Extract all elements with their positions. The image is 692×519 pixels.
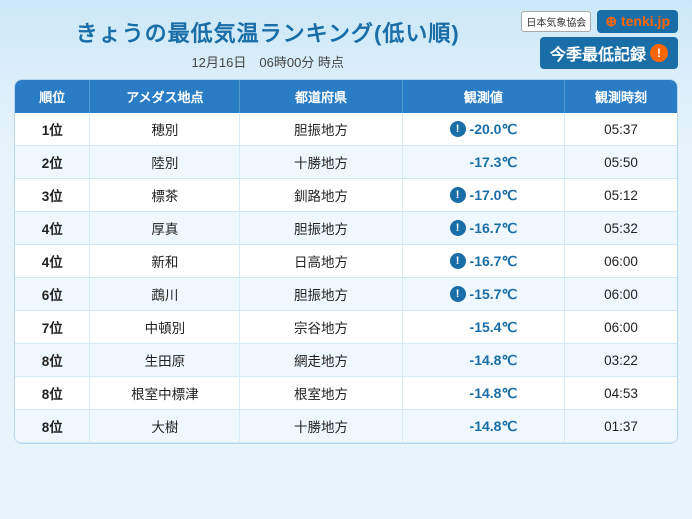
cell-station: 新和 xyxy=(90,245,240,278)
header-row: きょうの最低気温ランキング(低い順) 12月16日 06時00分 時点 日本気象… xyxy=(14,10,678,71)
col-station: アメダス地点 xyxy=(90,80,240,113)
table-row: 3位標茶釧路地方!-17.0℃05:12 xyxy=(15,179,677,212)
col-rank: 順位 xyxy=(15,80,90,113)
season-record-icon: ! xyxy=(450,187,466,203)
cell-time: 05:50 xyxy=(565,146,677,179)
ranking-table-wrapper: 順位 アメダス地点 都道府県 観測値 観測時刻 1位穂別胆振地方!-20.0℃0… xyxy=(14,79,678,444)
table-row: 7位中頓別宗谷地方 -15.4℃ 06:00 xyxy=(15,311,677,344)
main-title: きょうの最低気温ランキング(低い順) xyxy=(14,16,521,48)
cell-pref: 十勝地方 xyxy=(240,146,402,179)
cell-rank: 4位 xyxy=(15,245,90,278)
cell-rank: 8位 xyxy=(15,410,90,443)
cell-obs: -14.8℃ xyxy=(402,410,564,443)
cell-time: 05:32 xyxy=(565,212,677,245)
season-record-icon: ! xyxy=(450,220,466,236)
cell-rank: 2位 xyxy=(15,146,90,179)
cell-time: 04:53 xyxy=(565,377,677,410)
cell-temp: -17.0℃ xyxy=(470,187,518,204)
cell-obs: -14.8℃ xyxy=(402,377,564,410)
col-pref: 都道府県 xyxy=(240,80,402,113)
cell-rank: 4位 xyxy=(15,212,90,245)
cell-time: 06:00 xyxy=(565,311,677,344)
cell-obs: !-17.0℃ xyxy=(402,179,564,212)
tenki-logo: ⊕ tenki.jp xyxy=(597,10,678,33)
table-row: 6位鵡川胆振地方!-15.7℃06:00 xyxy=(15,278,677,311)
title-block: きょうの最低気温ランキング(低い順) 12月16日 06時00分 時点 xyxy=(14,10,521,71)
cell-station: 標茶 xyxy=(90,179,240,212)
table-row: 1位穂別胆振地方!-20.0℃05:37 xyxy=(15,113,677,146)
cell-obs: !-20.0℃ xyxy=(402,113,564,146)
cell-rank: 8位 xyxy=(15,344,90,377)
cell-temp: -17.3℃ xyxy=(470,154,518,171)
cell-time: 01:37 xyxy=(565,410,677,443)
cell-temp: -15.4℃ xyxy=(470,319,518,336)
cell-pref: 十勝地方 xyxy=(240,410,402,443)
cell-time: 03:22 xyxy=(565,344,677,377)
cell-rank: 1位 xyxy=(15,113,90,146)
cell-temp: -16.7℃ xyxy=(470,253,518,270)
cell-pref: 胆振地方 xyxy=(240,212,402,245)
season-record-icon: ! xyxy=(450,121,466,137)
cell-obs: -15.4℃ xyxy=(402,311,564,344)
cell-time: 05:12 xyxy=(565,179,677,212)
cell-station: 穂別 xyxy=(90,113,240,146)
cell-temp: -20.0℃ xyxy=(470,121,518,138)
table-row: 8位根室中標津根室地方 -14.8℃ 04:53 xyxy=(15,377,677,410)
cell-temp: -14.8℃ xyxy=(470,352,518,369)
cell-pref: 釧路地方 xyxy=(240,179,402,212)
col-time: 観測時刻 xyxy=(565,80,677,113)
cell-obs: !-16.7℃ xyxy=(402,245,564,278)
date-time: 12月16日 06時00分 時点 xyxy=(14,52,521,71)
cell-rank: 8位 xyxy=(15,377,90,410)
cell-pref: 日高地方 xyxy=(240,245,402,278)
cell-pref: 根室地方 xyxy=(240,377,402,410)
cell-station: 生田原 xyxy=(90,344,240,377)
table-row: 8位大樹十勝地方 -14.8℃ 01:37 xyxy=(15,410,677,443)
cell-temp: -16.7℃ xyxy=(470,220,518,237)
cell-temp: -14.8℃ xyxy=(470,385,518,402)
cell-time: 05:37 xyxy=(565,113,677,146)
season-label: 今季最低記録 xyxy=(550,41,646,65)
cell-obs: -14.8℃ xyxy=(402,344,564,377)
logo-row: 日本気象協会 ⊕ tenki.jp xyxy=(521,10,678,33)
cell-temp: -14.8℃ xyxy=(470,418,518,435)
tenki-icon: ⊕ xyxy=(605,13,621,29)
jma-logo: 日本気象協会 xyxy=(521,11,591,32)
season-record-icon: ! xyxy=(450,253,466,269)
cell-pref: 胆振地方 xyxy=(240,278,402,311)
col-obs: 観測値 xyxy=(402,80,564,113)
cell-station: 陸別 xyxy=(90,146,240,179)
table-row: 8位生田原網走地方 -14.8℃ 03:22 xyxy=(15,344,677,377)
cell-station: 鵡川 xyxy=(90,278,240,311)
cell-rank: 7位 xyxy=(15,311,90,344)
tenki-label: tenki.jp xyxy=(621,13,670,29)
cell-pref: 胆振地方 xyxy=(240,113,402,146)
cell-time: 06:00 xyxy=(565,278,677,311)
table-body: 1位穂別胆振地方!-20.0℃05:372位陸別十勝地方-17.3℃05:503… xyxy=(15,113,677,443)
main-container: きょうの最低気温ランキング(低い順) 12月16日 06時00分 時点 日本気象… xyxy=(0,0,692,519)
cell-pref: 宗谷地方 xyxy=(240,311,402,344)
cell-pref: 網走地方 xyxy=(240,344,402,377)
cell-obs: !-15.7℃ xyxy=(402,278,564,311)
table-row: 4位新和日高地方!-16.7℃06:00 xyxy=(15,245,677,278)
logo-block: 日本気象協会 ⊕ tenki.jp 今季最低記録 ! xyxy=(521,10,678,69)
table-row: 2位陸別十勝地方 -17.3℃ 05:50 xyxy=(15,146,677,179)
season-exclaim-icon: ! xyxy=(650,44,668,62)
cell-station: 中頓別 xyxy=(90,311,240,344)
cell-time: 06:00 xyxy=(565,245,677,278)
cell-station: 根室中標津 xyxy=(90,377,240,410)
season-record-icon: ! xyxy=(450,286,466,302)
season-badge: 今季最低記録 ! xyxy=(540,37,678,69)
cell-obs: -17.3℃ xyxy=(402,146,564,179)
table-row: 4位厚真胆振地方!-16.7℃05:32 xyxy=(15,212,677,245)
cell-temp: -15.7℃ xyxy=(470,286,518,303)
ranking-table: 順位 アメダス地点 都道府県 観測値 観測時刻 1位穂別胆振地方!-20.0℃0… xyxy=(15,80,677,443)
cell-station: 厚真 xyxy=(90,212,240,245)
cell-station: 大樹 xyxy=(90,410,240,443)
cell-rank: 6位 xyxy=(15,278,90,311)
cell-obs: !-16.7℃ xyxy=(402,212,564,245)
table-header-row: 順位 アメダス地点 都道府県 観測値 観測時刻 xyxy=(15,80,677,113)
cell-rank: 3位 xyxy=(15,179,90,212)
